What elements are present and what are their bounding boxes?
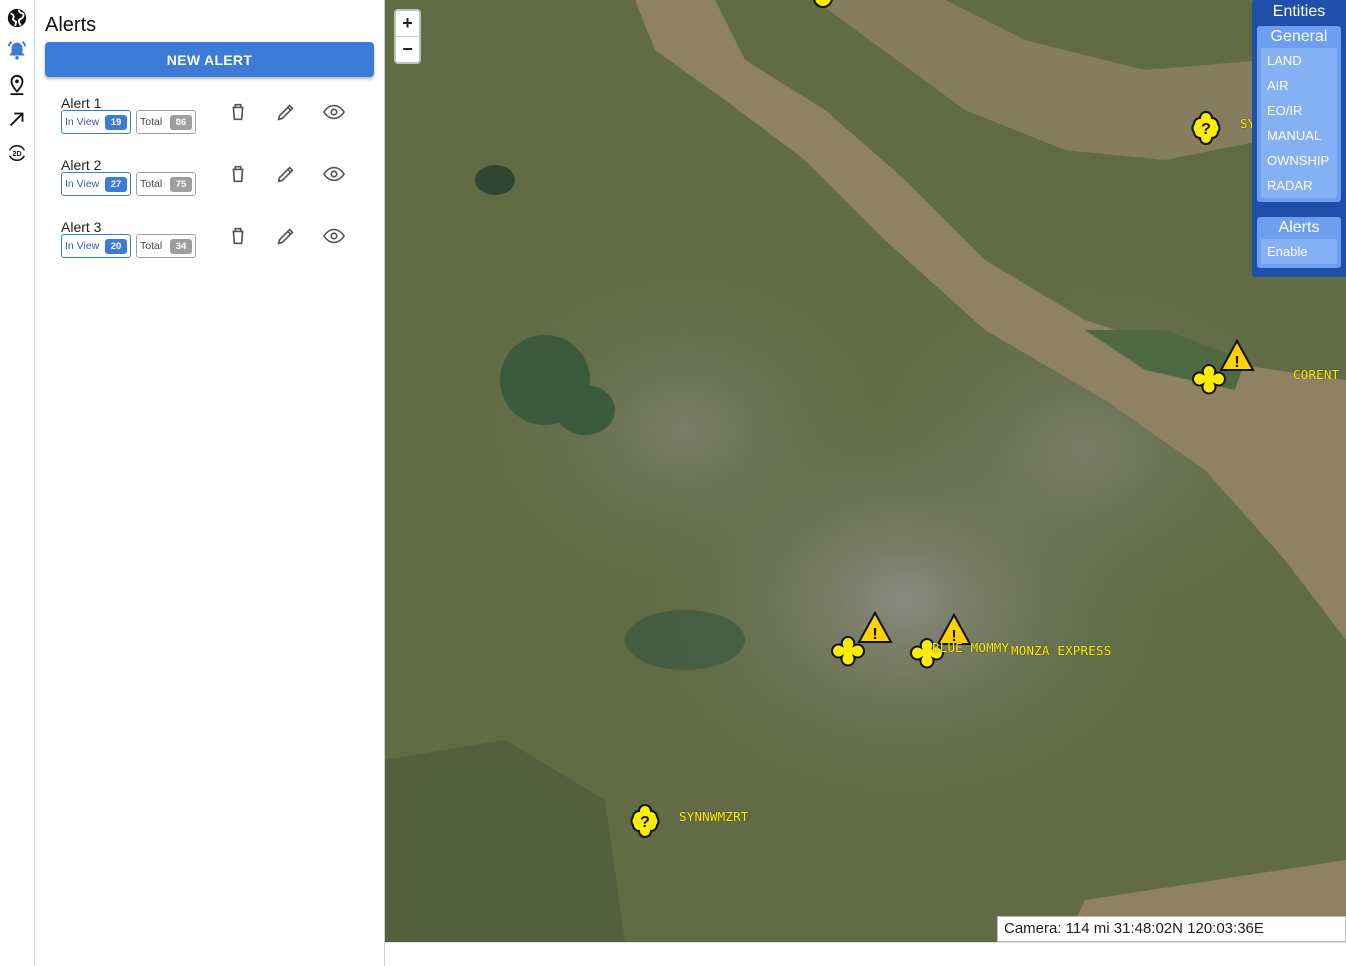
zoom-in-button[interactable]: +: [396, 11, 419, 36]
entity-filter-eoir[interactable]: EO/IR: [1261, 98, 1337, 123]
in-view-chip[interactable]: In View 27: [61, 172, 131, 196]
total-label: Total: [140, 240, 163, 252]
zoom-control: + −: [394, 9, 421, 64]
entity-label: CORENT: [1293, 367, 1340, 382]
alert-row: Alert 3 In View 20 Total 34: [61, 219, 361, 269]
alerts-group: Alerts Enable: [1257, 217, 1341, 268]
entities-title: Entities: [1272, 3, 1326, 20]
icon-rail: 2D: [0, 0, 35, 966]
2d-toggle-icon[interactable]: 2D: [5, 141, 29, 165]
delete-icon[interactable]: [225, 99, 251, 125]
edit-icon[interactable]: [273, 99, 299, 125]
edit-icon[interactable]: [273, 223, 299, 249]
alert-name: Alert 2: [61, 157, 102, 173]
entity-filter-manual[interactable]: MANUAL: [1261, 123, 1337, 148]
view-icon[interactable]: [321, 223, 347, 249]
entities-panel: Entities General LAND AIR EO/IR MANUAL O…: [1252, 0, 1346, 277]
total-label: Total: [140, 178, 163, 190]
total-chip[interactable]: Total 86: [136, 110, 196, 134]
camera-readout: Camera: 114 mi 31:48:02N 120:03:36E: [997, 916, 1346, 942]
in-view-count: 19: [105, 114, 127, 130]
entity-filter-radar[interactable]: RADAR: [1261, 173, 1337, 198]
general-list: LAND AIR EO/IR MANUAL OWNSHIP RADAR: [1261, 48, 1337, 198]
edit-icon[interactable]: [273, 161, 299, 187]
in-view-label: In View: [65, 116, 100, 128]
map-view[interactable]: + − ? SY ! CORENT ! ! BLUE MOMMY MONZA E…: [385, 0, 1346, 942]
zoom-out-button[interactable]: −: [396, 36, 419, 61]
svg-text:?: ?: [640, 814, 650, 831]
general-group: General LAND AIR EO/IR MANUAL OWNSHIP RA…: [1257, 26, 1341, 202]
total-count: 34: [170, 238, 192, 254]
svg-text:!: !: [1234, 354, 1239, 371]
in-view-count: 20: [105, 238, 127, 254]
entity-marker[interactable]: [805, 0, 841, 16]
globe-icon[interactable]: [5, 6, 29, 30]
friendly-entity-marker[interactable]: [830, 633, 866, 669]
alert-name: Alert 3: [61, 219, 102, 235]
svg-text:!: !: [872, 626, 877, 643]
in-view-chip[interactable]: In View 19: [61, 110, 131, 134]
alarm-bell-icon[interactable]: [5, 38, 29, 62]
entity-label: SYNNWMZRT: [679, 809, 749, 824]
alert-name: Alert 1: [61, 95, 102, 111]
alert-row: Alert 2 In View 27 Total 75: [61, 157, 361, 207]
total-count: 75: [170, 176, 192, 192]
arrow-up-right-icon[interactable]: [5, 107, 29, 131]
total-count: 86: [170, 114, 192, 130]
unknown-entity-marker[interactable]: ?: [1188, 110, 1224, 146]
in-view-count: 27: [105, 176, 127, 192]
total-label: Total: [140, 116, 163, 128]
entity-filter-air[interactable]: AIR: [1261, 73, 1337, 98]
alerts-group-title: Alerts: [1278, 219, 1320, 236]
entity-filter-land[interactable]: LAND: [1261, 48, 1337, 73]
in-view-chip[interactable]: In View 20: [61, 234, 131, 258]
general-title: General: [1270, 28, 1328, 45]
alerts-enable-toggle[interactable]: Enable: [1261, 239, 1337, 264]
view-icon[interactable]: [321, 161, 347, 187]
total-chip[interactable]: Total 75: [136, 172, 196, 196]
entity-label: MONZA EXPRESS: [1011, 643, 1112, 658]
delete-icon[interactable]: [225, 223, 251, 249]
map-pin-icon[interactable]: [5, 73, 29, 97]
app-root: 2D Alerts NEW ALERT Alert 1 In View 19 T…: [0, 0, 1346, 966]
svg-text:2D: 2D: [12, 149, 21, 158]
entity-filter-ownship[interactable]: OWNSHIP: [1261, 148, 1337, 173]
svg-text:?: ?: [1201, 121, 1211, 138]
in-view-label: In View: [65, 178, 100, 190]
view-icon[interactable]: [321, 99, 347, 125]
panel-title: Alerts: [45, 14, 97, 36]
map-footer: [385, 942, 1346, 966]
new-alert-button[interactable]: NEW ALERT: [45, 42, 374, 77]
in-view-label: In View: [65, 240, 100, 252]
friendly-entity-marker[interactable]: [1191, 361, 1227, 397]
total-chip[interactable]: Total 34: [136, 234, 196, 258]
entity-label: BLUE MOMMY: [932, 640, 1010, 655]
alerts-list: Enable: [1261, 239, 1337, 264]
unknown-entity-marker[interactable]: ?: [627, 803, 663, 839]
alerts-panel: Alerts NEW ALERT Alert 1 In View 19 Tota…: [35, 0, 385, 966]
delete-icon[interactable]: [225, 161, 251, 187]
alert-row: Alert 1 In View 19 Total 86: [61, 95, 361, 145]
